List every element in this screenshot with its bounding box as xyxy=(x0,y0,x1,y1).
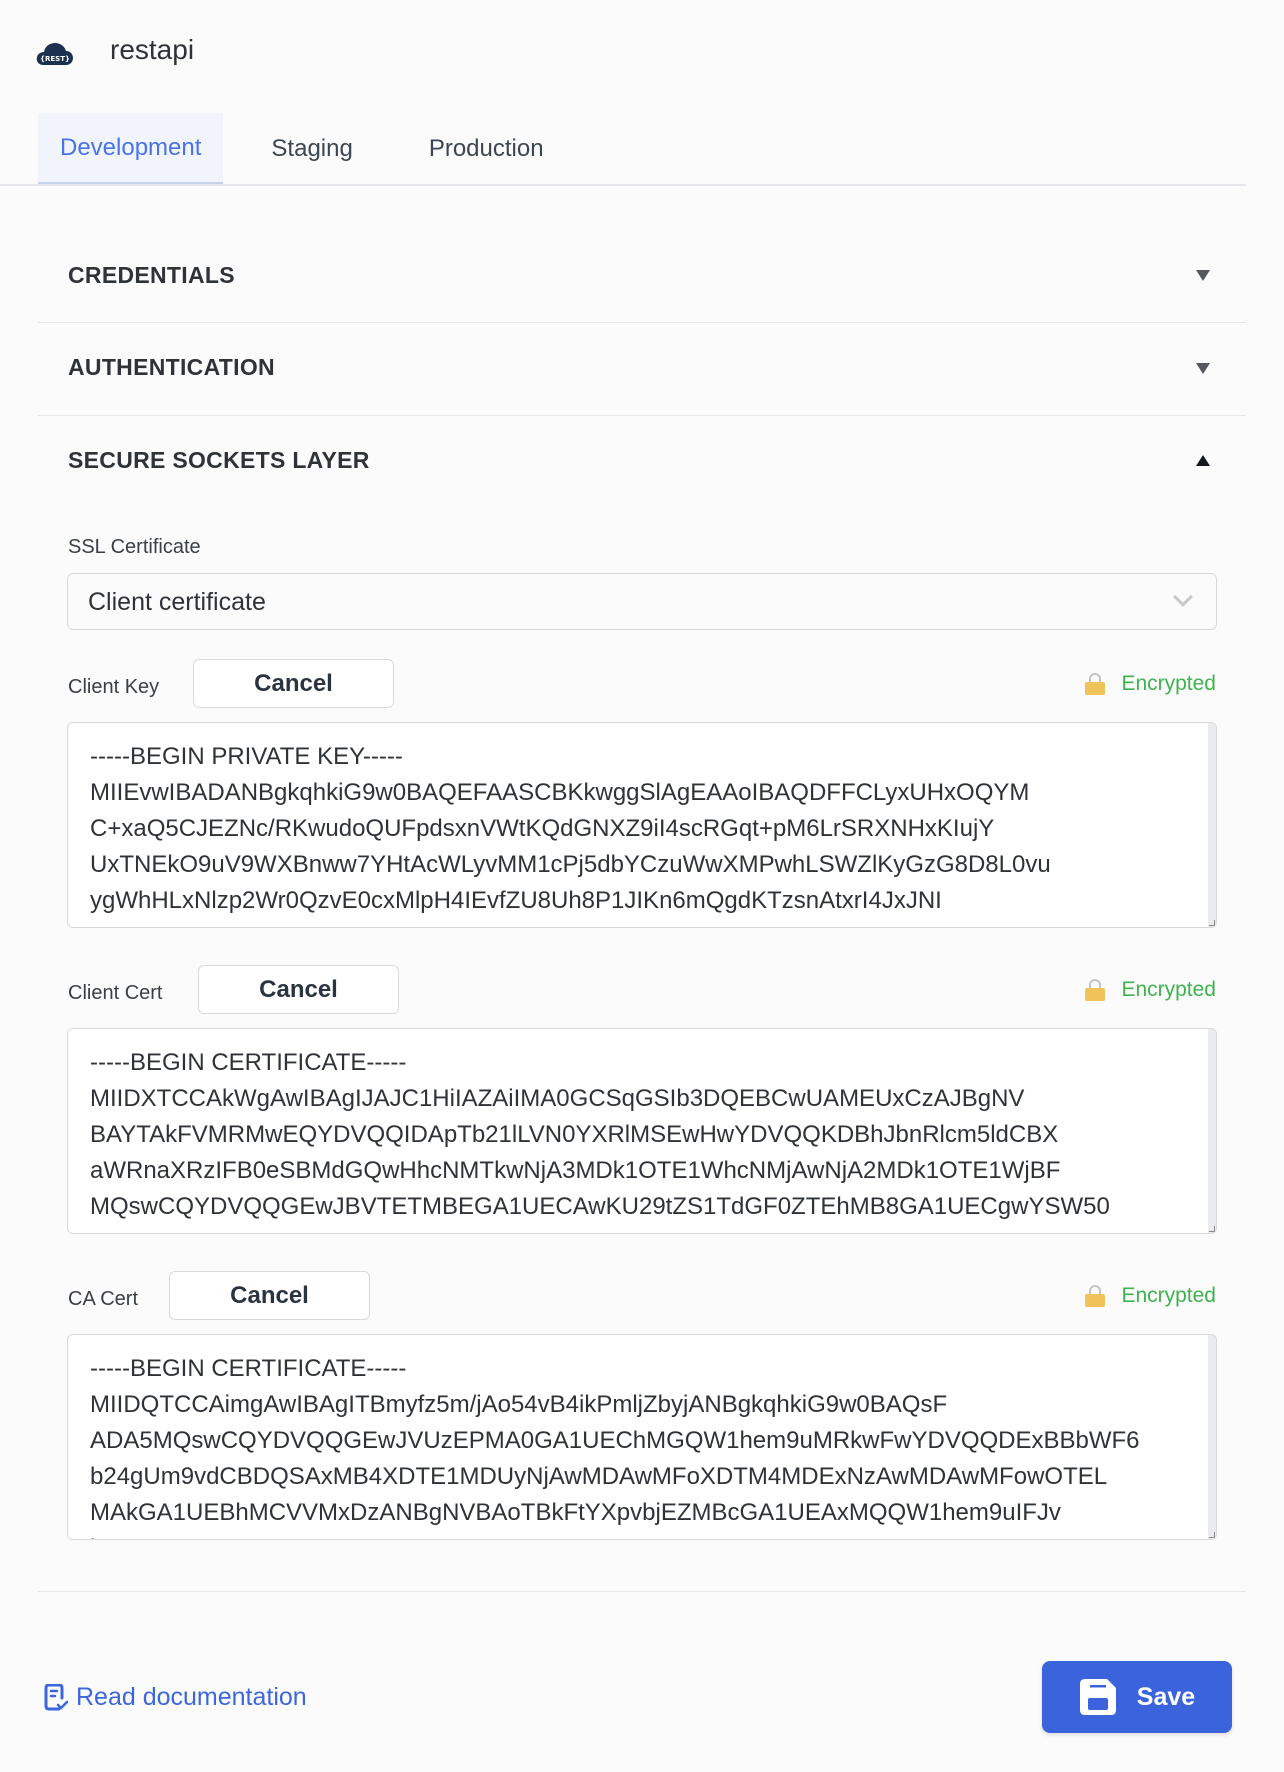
ca-cert-label: CA Cert xyxy=(68,1288,139,1310)
ca-cert-value: -----BEGIN CERTIFICATE----- MIIDQTCCAimg… xyxy=(90,1355,1140,1539)
section-credentials-title: CREDENTIALS xyxy=(68,262,235,288)
ca-cert-textarea[interactable]: -----BEGIN CERTIFICATE----- MIIDQTCCAimg… xyxy=(67,1334,1217,1540)
section-ssl-header[interactable]: SECURE SOCKETS LAYER xyxy=(38,416,1246,508)
lock-icon xyxy=(1085,673,1106,695)
client-key-textarea[interactable]: -----BEGIN PRIVATE KEY----- MIIEvwIBADAN… xyxy=(67,722,1217,928)
save-button[interactable]: Save xyxy=(1042,1661,1232,1733)
client-cert-textarea[interactable]: -----BEGIN CERTIFICATE----- MIIDXTCCAkWg… xyxy=(67,1028,1217,1234)
ssl-certificate-value: Client certificate xyxy=(88,588,266,616)
app-title: restapi xyxy=(110,34,195,65)
svg-text:{REST}: {REST} xyxy=(40,55,70,63)
tab-divider xyxy=(0,184,1246,186)
encrypted-status: Encrypted xyxy=(1121,1284,1216,1307)
encrypted-status: Encrypted xyxy=(1121,672,1216,695)
resize-handle-icon[interactable] xyxy=(1209,920,1215,926)
tab-production[interactable]: Production xyxy=(429,113,544,184)
rest-cloud-icon: {REST} xyxy=(36,43,73,65)
client-cert-cancel-button[interactable]: Cancel xyxy=(198,965,399,1014)
read-documentation-label: Read documentation xyxy=(76,1683,307,1711)
ca-cert-cancel-button[interactable]: Cancel xyxy=(169,1271,370,1320)
textarea-scrollbar[interactable] xyxy=(1208,723,1216,927)
floppy-disk-icon xyxy=(1079,1679,1116,1715)
encrypted-status: Encrypted xyxy=(1121,978,1216,1001)
expand-down-icon[interactable] xyxy=(1196,270,1210,281)
client-cert-label: Client Cert xyxy=(68,982,163,1004)
client-key-encrypted-badge: Encrypted xyxy=(1085,672,1216,696)
client-key-label: Client Key xyxy=(68,676,160,698)
section-credentials-header[interactable]: CREDENTIALS xyxy=(38,230,1246,322)
section-divider xyxy=(38,1591,1246,1592)
ssl-certificate-label: SSL Certificate xyxy=(68,536,201,558)
client-cert-encrypted-badge: Encrypted xyxy=(1085,978,1216,1002)
ssl-certificate-select[interactable]: Client certificate xyxy=(67,573,1217,630)
tab-development[interactable]: Development xyxy=(38,113,224,184)
client-key-cancel-button[interactable]: Cancel xyxy=(193,659,394,708)
resize-handle-icon[interactable] xyxy=(1209,1532,1215,1538)
chevron-down-icon xyxy=(1173,587,1193,607)
textarea-scrollbar[interactable] xyxy=(1208,1029,1216,1233)
documentation-icon xyxy=(44,1683,69,1710)
tab-staging[interactable]: Staging xyxy=(271,113,352,184)
ca-cert-encrypted-badge: Encrypted xyxy=(1085,1284,1216,1308)
section-authentication-title: AUTHENTICATION xyxy=(68,354,275,380)
client-cert-value: -----BEGIN CERTIFICATE----- MIIDXTCCAkWg… xyxy=(90,1049,1110,1233)
collapse-up-icon[interactable] xyxy=(1196,455,1210,466)
app-header: {REST} restapi xyxy=(0,0,1284,110)
expand-down-icon[interactable] xyxy=(1196,363,1210,374)
textarea-scrollbar[interactable] xyxy=(1208,1335,1216,1539)
lock-icon xyxy=(1085,979,1106,1001)
client-key-value: -----BEGIN PRIVATE KEY----- MIIEvwIBADAN… xyxy=(90,743,1051,927)
section-ssl-title: SECURE SOCKETS LAYER xyxy=(68,447,370,473)
section-authentication-header[interactable]: AUTHENTICATION xyxy=(38,323,1246,415)
read-documentation-link[interactable]: Read documentation xyxy=(44,1683,307,1712)
resize-handle-icon[interactable] xyxy=(1209,1226,1215,1232)
lock-icon xyxy=(1085,1285,1106,1307)
environment-tabs: Development Staging Production xyxy=(38,113,544,184)
save-label: Save xyxy=(1136,1682,1196,1711)
